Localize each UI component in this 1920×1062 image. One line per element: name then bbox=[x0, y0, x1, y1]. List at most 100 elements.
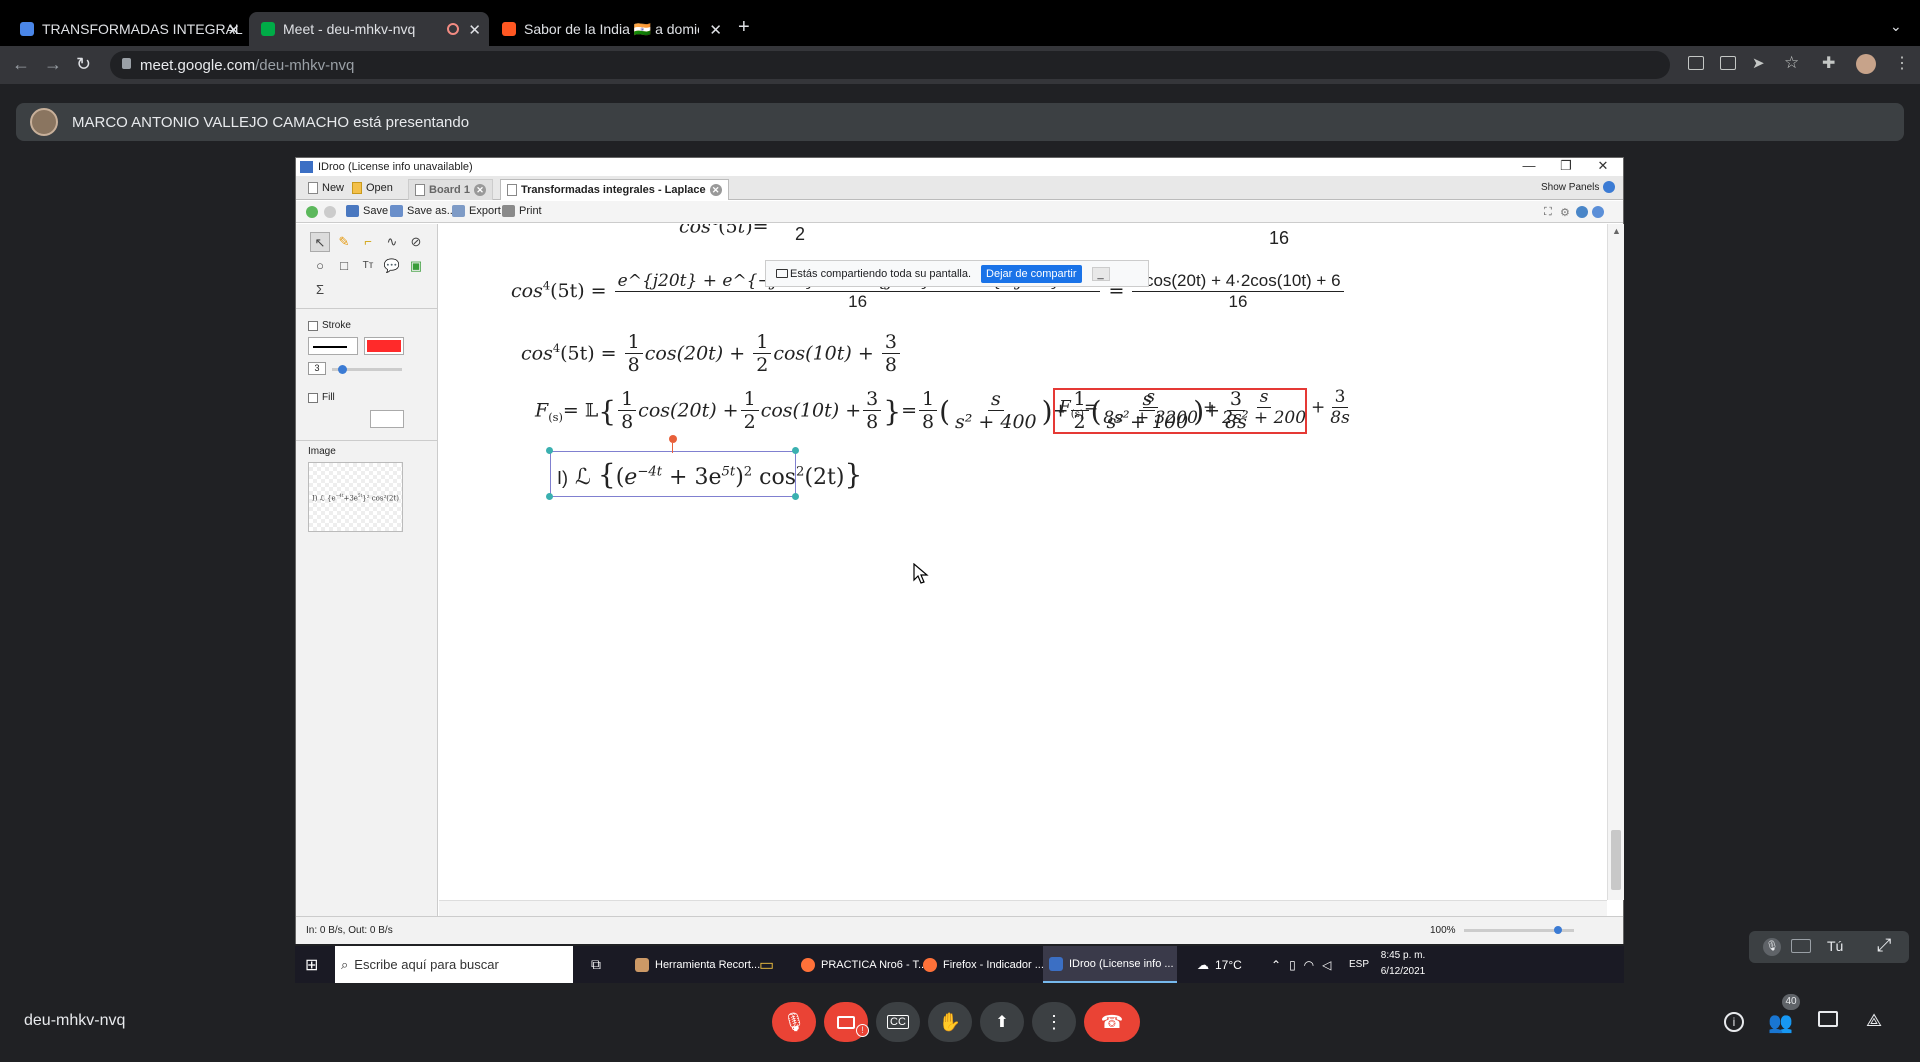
hide-button[interactable]: _ bbox=[1091, 266, 1110, 281]
help-icon[interactable] bbox=[1592, 206, 1604, 218]
star-icon[interactable]: ☆ bbox=[1784, 53, 1799, 73]
captions-button[interactable]: CC bbox=[876, 1002, 920, 1042]
text-tool-icon[interactable]: Tт bbox=[358, 256, 378, 276]
curve-tool-icon[interactable]: ∿ bbox=[382, 232, 402, 252]
image-preview[interactable]: I) ℒ {e−4t+3e5t}² cos²(2t) bbox=[308, 462, 403, 532]
taskbar-search[interactable]: ⌕ Escribe aquí para buscar bbox=[335, 946, 573, 983]
export-button[interactable]: Export bbox=[452, 205, 501, 217]
redo-icon[interactable] bbox=[324, 206, 336, 218]
camera-icon[interactable] bbox=[1688, 56, 1704, 70]
raise-hand-button[interactable]: ✋ bbox=[928, 1002, 972, 1042]
rotate-handle[interactable] bbox=[669, 435, 677, 443]
vertical-scrollbar[interactable]: ▲ bbox=[1607, 224, 1624, 900]
stroke-toggle[interactable]: Stroke bbox=[308, 320, 351, 331]
browser-tab[interactable]: TRANSFORMADAS INTEGRAL ✕ bbox=[8, 12, 248, 46]
leave-call-button[interactable]: ☎ bbox=[1084, 1002, 1140, 1042]
close-icon[interactable]: ✕ bbox=[468, 21, 481, 39]
chat-icon[interactable] bbox=[1818, 1011, 1838, 1027]
fill-color-select[interactable] bbox=[370, 410, 404, 428]
close-icon[interactable]: ✕ bbox=[1588, 158, 1618, 174]
browser-tab[interactable]: Sabor de la India 🇮🇳 a domici ✕ bbox=[490, 12, 730, 46]
resize-handle[interactable] bbox=[792, 447, 799, 454]
print-button[interactable]: Print bbox=[502, 205, 542, 217]
rectangle-tool-icon[interactable]: □ bbox=[334, 256, 354, 276]
restore-icon[interactable]: ❐ bbox=[1551, 158, 1581, 174]
profile-avatar[interactable] bbox=[1856, 54, 1876, 74]
task-view-icon[interactable]: ⧉ bbox=[585, 946, 607, 983]
address-bar[interactable]: meet.google.com/deu-mhkv-nvq bbox=[110, 51, 1670, 79]
new-tab-icon[interactable]: + bbox=[738, 16, 750, 39]
resize-handle[interactable] bbox=[792, 493, 799, 500]
fill-toggle[interactable]: Fill bbox=[308, 392, 335, 403]
fill-checkbox[interactable] bbox=[308, 392, 318, 403]
resize-handle[interactable] bbox=[546, 493, 553, 500]
info-icon[interactable]: i bbox=[1724, 1012, 1744, 1032]
weather-widget[interactable]: ☁ 17°C bbox=[1191, 946, 1248, 983]
save-button[interactable]: Save bbox=[346, 205, 388, 217]
wifi-icon: ◠ bbox=[1303, 957, 1315, 972]
save-as-button[interactable]: Save as... bbox=[390, 205, 456, 217]
file-explorer-icon[interactable]: ▭ bbox=[753, 946, 780, 983]
browser-tab-active[interactable]: Meet - deu-mhkv-nvq ✕ bbox=[249, 12, 489, 46]
show-panels-button[interactable]: Show Panels bbox=[1541, 181, 1616, 193]
info-icon[interactable] bbox=[1576, 206, 1588, 218]
scroll-up-icon[interactable]: ▲ bbox=[1612, 226, 1621, 236]
send-icon[interactable]: ➤ bbox=[1752, 54, 1765, 72]
gear-icon[interactable]: ⚙ bbox=[1560, 206, 1570, 219]
minimize-icon[interactable]: — bbox=[1514, 158, 1544, 173]
chevron-down-icon[interactable]: ⌄ bbox=[1890, 18, 1902, 35]
ellipse-tool-icon[interactable]: ○ bbox=[310, 256, 330, 276]
comment-tool-icon[interactable]: 💬 bbox=[382, 256, 402, 276]
taskbar-app[interactable]: Firefox - Indicador ... bbox=[917, 946, 1050, 983]
extensions-icon[interactable]: ✚ bbox=[1822, 53, 1835, 73]
present-button[interactable]: ⬆ bbox=[980, 1002, 1024, 1042]
stroke-checkbox[interactable] bbox=[308, 320, 318, 331]
windows-start-icon[interactable]: ⊞ bbox=[299, 946, 324, 983]
back-icon[interactable]: ← bbox=[12, 54, 30, 75]
horizontal-scrollbar[interactable] bbox=[439, 900, 1607, 916]
clock[interactable]: 8:45 p. m. 6/12/2021 bbox=[1375, 948, 1431, 980]
expand-icon[interactable]: ⤢ bbox=[1877, 935, 1891, 956]
slider-thumb[interactable] bbox=[338, 365, 347, 374]
slider-thumb[interactable] bbox=[1553, 926, 1562, 934]
stop-sharing-button[interactable]: Dejar de compartir bbox=[981, 264, 1082, 283]
taskbar-app-active[interactable]: IDroo (License info ... bbox=[1043, 946, 1177, 983]
highlighter-tool-icon[interactable]: ⌐ bbox=[358, 232, 378, 252]
close-icon[interactable]: ✕ bbox=[227, 21, 240, 39]
tab-current[interactable]: Transformadas integrales - Laplace ✕ bbox=[500, 179, 729, 200]
tab-board-1[interactable]: Board 1 ✕ bbox=[408, 179, 493, 200]
people-icon[interactable]: 👥 bbox=[1768, 1010, 1793, 1035]
eraser-tool-icon[interactable]: ⊘ bbox=[406, 232, 426, 252]
stroke-color-select[interactable] bbox=[364, 337, 404, 355]
stroke-width-slider[interactable] bbox=[332, 365, 402, 374]
whiteboard-canvas[interactable]: cos4(5t)= 2 16 cos4(5t) = e^{j20t} + e^{… bbox=[439, 224, 1607, 900]
reload-icon[interactable]: ↻ bbox=[76, 54, 91, 75]
line-style-select[interactable] bbox=[308, 337, 358, 355]
close-icon[interactable]: ✕ bbox=[709, 184, 722, 196]
forward-icon[interactable]: → bbox=[44, 54, 62, 75]
menu-icon[interactable]: ⋮ bbox=[1894, 53, 1910, 73]
image-tool-icon[interactable]: ▣ bbox=[406, 256, 426, 276]
open-button[interactable]: Open bbox=[352, 182, 393, 194]
zoom-slider[interactable] bbox=[1464, 926, 1574, 934]
undo-icon[interactable] bbox=[306, 206, 318, 218]
taskbar-app[interactable]: Herramienta Recort... bbox=[629, 946, 766, 983]
open-label: Open bbox=[366, 182, 393, 194]
pencil-tool-icon[interactable]: ✎ bbox=[334, 232, 354, 252]
more-options-button[interactable]: ⋮ bbox=[1032, 1002, 1076, 1042]
fullscreen-icon[interactable]: ⛶ bbox=[1544, 206, 1552, 219]
select-tool-icon[interactable]: ↖ bbox=[310, 232, 330, 252]
taskbar-app[interactable]: PRACTICA Nro6 - T... bbox=[795, 946, 933, 983]
resize-handle[interactable] bbox=[546, 447, 553, 454]
system-tray[interactable]: ⌃ ▯ ◠ ◁ bbox=[1265, 946, 1337, 983]
close-icon[interactable]: ✕ bbox=[473, 184, 486, 196]
activities-icon[interactable]: ⟁ bbox=[1866, 1010, 1882, 1031]
scroll-thumb[interactable] bbox=[1611, 830, 1621, 890]
stroke-width-input[interactable]: 3 bbox=[308, 362, 326, 375]
language-indicator[interactable]: ESP bbox=[1343, 946, 1375, 983]
new-button[interactable]: New bbox=[308, 182, 344, 194]
sigma-tool-icon[interactable]: Σ bbox=[310, 280, 330, 300]
open-external-icon[interactable] bbox=[1720, 56, 1736, 70]
close-icon[interactable]: ✕ bbox=[709, 21, 722, 39]
mic-off-button[interactable]: 🎙 bbox=[772, 1002, 816, 1042]
